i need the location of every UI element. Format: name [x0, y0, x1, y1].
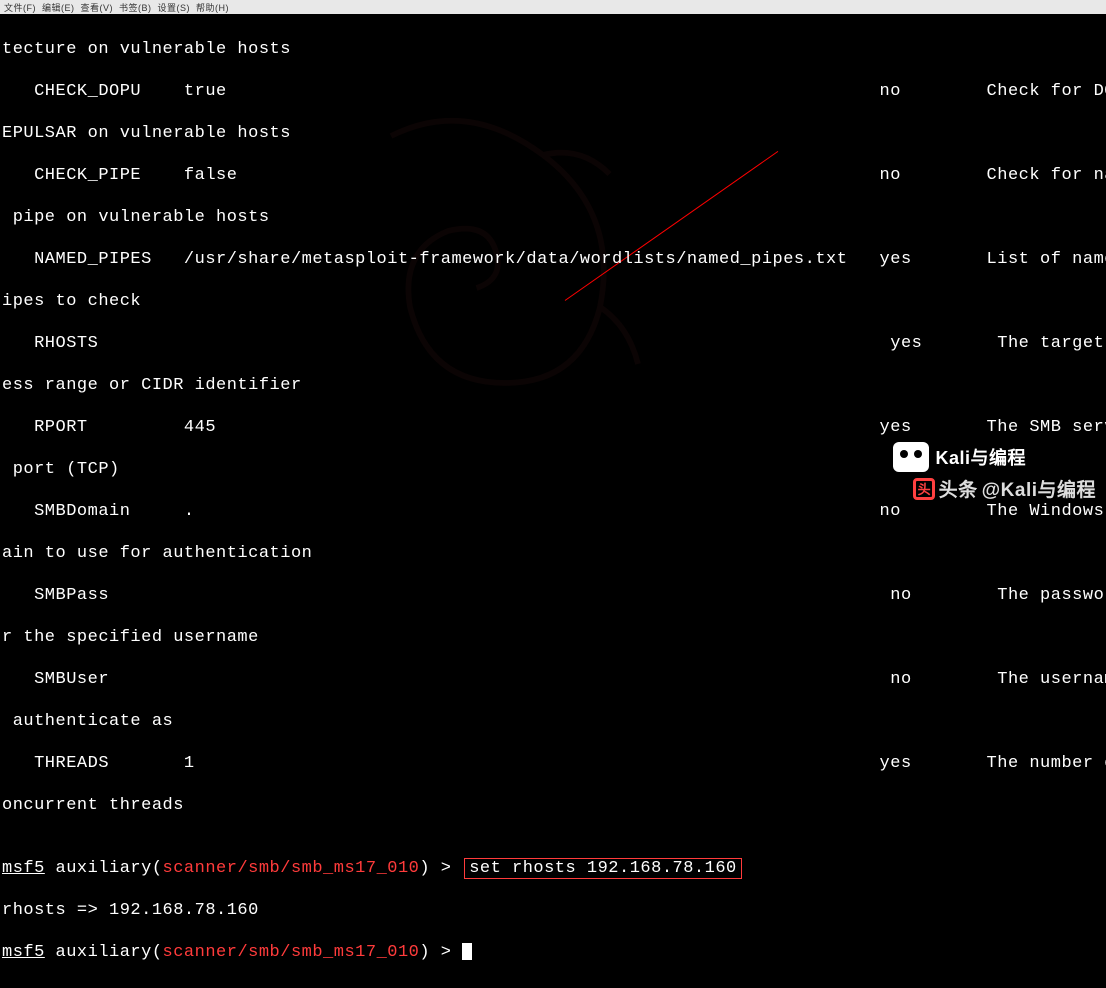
output-line: CHECK_DOPU true no Check for DOUBL	[2, 81, 1104, 102]
output-line: THREADS 1 yes The number of c	[2, 753, 1104, 774]
prompt-mid: auxiliary(	[45, 943, 163, 962]
output-line: NAMED_PIPES /usr/share/metasploit-framew…	[2, 249, 1104, 270]
menu-file[interactable]: 文件(F)	[4, 1, 36, 14]
output-line: SMBUser no The username to	[2, 669, 1104, 690]
wechat-watermark: Kali与编程	[893, 442, 1026, 472]
wechat-text: Kali与编程	[935, 444, 1026, 470]
output-line: CHECK_PIPE false no Check for named	[2, 165, 1104, 186]
prompt-module: scanner/smb/smb_ms17_010	[163, 859, 420, 878]
output-line: pipe on vulnerable hosts	[2, 207, 1104, 228]
prompt-module: scanner/smb/smb_ms17_010	[163, 943, 420, 962]
menu-settings[interactable]: 设置(S)	[158, 1, 191, 14]
output-line: authenticate as	[2, 711, 1104, 732]
output-line: tecture on vulnerable hosts	[2, 39, 1104, 60]
menubar[interactable]: 文件(F) 编辑(E) 查看(V) 书签(B) 设置(S) 帮助(H)	[0, 0, 1106, 14]
prompt-prefix: msf5	[2, 943, 45, 962]
toutiao-watermark: 头条 @Kali与编程	[913, 475, 1096, 502]
result-line: rhosts => 192.168.78.160	[2, 900, 1104, 921]
output-line: oncurrent threads	[2, 795, 1104, 816]
terminal-cursor	[462, 943, 472, 960]
toutiao-prefix: 头条	[939, 475, 978, 502]
command-highlighted: set rhosts 192.168.78.160	[464, 858, 742, 879]
toutiao-text: @Kali与编程	[982, 475, 1096, 502]
menu-view[interactable]: 查看(V)	[81, 1, 114, 14]
prompt-suffix: ) >	[419, 943, 462, 962]
menu-help[interactable]: 帮助(H)	[196, 1, 229, 14]
output-line: RPORT 445 yes The SMB service	[2, 417, 1104, 438]
output-line: ess range or CIDR identifier	[2, 375, 1104, 396]
output-line: RHOSTS yes The target addr	[2, 333, 1104, 354]
output-line: ain to use for authentication	[2, 543, 1104, 564]
toutiao-icon	[913, 478, 935, 500]
prompt-line-2[interactable]: msf5 auxiliary(scanner/smb/smb_ms17_010)…	[2, 942, 1104, 963]
output-line: SMBPass no The password fo	[2, 585, 1104, 606]
output-line: ipes to check	[2, 291, 1104, 312]
prompt-mid: auxiliary(	[45, 859, 163, 878]
wechat-icon	[893, 442, 929, 472]
menu-edit[interactable]: 编辑(E)	[42, 1, 75, 14]
prompt-prefix: msf5	[2, 859, 45, 878]
output-line: r the specified username	[2, 627, 1104, 648]
output-line: EPULSAR on vulnerable hosts	[2, 123, 1104, 144]
prompt-line-1: msf5 auxiliary(scanner/smb/smb_ms17_010)…	[2, 858, 1104, 879]
prompt-suffix: ) >	[419, 859, 462, 878]
output-line: SMBDomain . no The Windows dom	[2, 501, 1104, 522]
menu-bookmarks[interactable]: 书签(B)	[119, 1, 152, 14]
